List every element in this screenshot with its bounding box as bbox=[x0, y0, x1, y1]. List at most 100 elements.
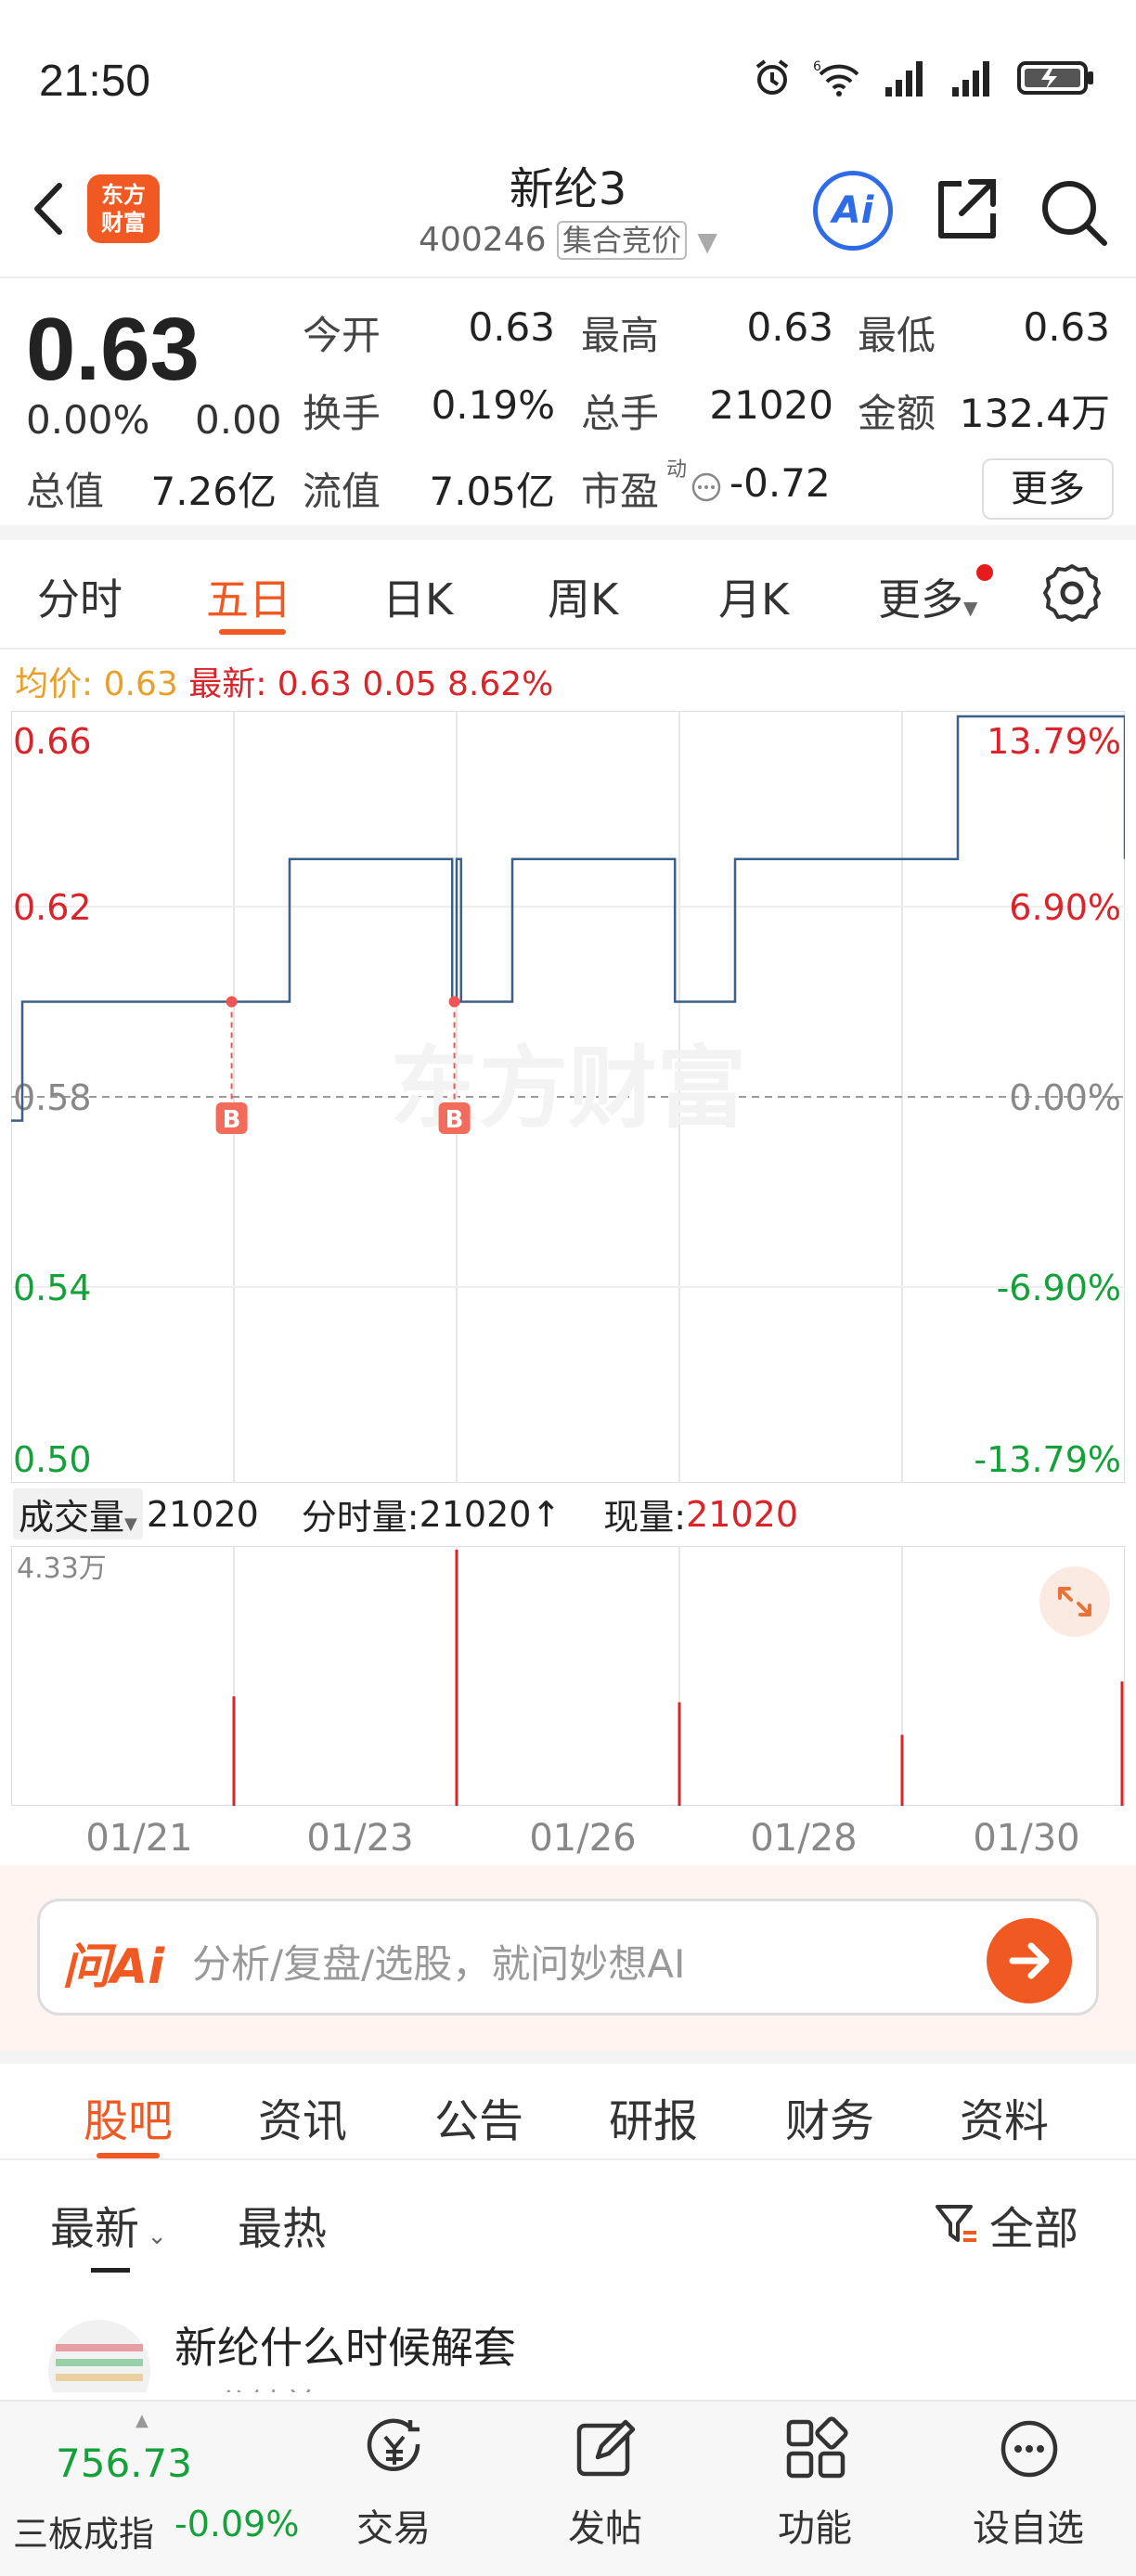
quote-value-amount: 132.4万 bbox=[959, 391, 1110, 436]
tab-active-underline bbox=[219, 629, 286, 635]
latest-value: 0.63 bbox=[277, 665, 352, 703]
date-label: 01/28 bbox=[750, 1817, 858, 1860]
arrow-up-icon: ↑ bbox=[531, 1493, 562, 1535]
change-amount: 0.00 bbox=[195, 397, 282, 443]
nav-post-label: 发帖 bbox=[568, 2507, 642, 2550]
tab-monthly-k[interactable]: 月K bbox=[718, 566, 789, 627]
tab-five-day[interactable]: 五日 bbox=[206, 566, 291, 627]
index-change: -0.09% bbox=[174, 2504, 300, 2544]
quote-value-turnover: 0.19% bbox=[431, 382, 555, 428]
volume-max-label: 4.33万 bbox=[17, 1552, 107, 1585]
tab-forum[interactable]: 股吧 bbox=[84, 2084, 173, 2149]
date-axis: 01/21 01/23 01/26 01/28 01/30 bbox=[0, 1810, 1136, 1865]
grid-icon bbox=[786, 2416, 848, 2479]
y-tick-right: -6.90% bbox=[997, 1268, 1121, 1308]
current-price: 0.63 bbox=[26, 300, 200, 399]
signal-icon-2 bbox=[952, 61, 989, 97]
more-circle-icon bbox=[1000, 2420, 1058, 2478]
gear-icon[interactable] bbox=[1039, 560, 1104, 625]
nav-functions-label: 功能 bbox=[778, 2507, 852, 2550]
post-item[interactable]: 新纶什么时候解套 12分钟前 bbox=[0, 2272, 1136, 2392]
caret-down-icon: ▼ bbox=[124, 1514, 137, 1534]
filter-all-label: 全部 bbox=[989, 2203, 1079, 2255]
info-dots-icon[interactable] bbox=[691, 471, 722, 503]
trade-icon bbox=[367, 2418, 420, 2472]
buy-marker-label: B bbox=[223, 1106, 241, 1134]
volume-bar bbox=[900, 1734, 904, 1806]
section-active-underline bbox=[97, 2153, 160, 2158]
post-thumbnail bbox=[48, 2320, 150, 2392]
thumbnail-graphic bbox=[56, 2359, 143, 2366]
status-time: 21:50 bbox=[39, 57, 151, 106]
sort-latest[interactable]: 最新 ⌄ bbox=[50, 2192, 167, 2257]
signal-icon bbox=[885, 61, 923, 97]
y-tick-right: 0.00% bbox=[1009, 1077, 1121, 1118]
alarm-icon bbox=[755, 59, 789, 95]
nav-functions[interactable]: 功能 bbox=[722, 2402, 908, 2576]
market-index[interactable]: ▲ 756.73 三板成指 -0.09% bbox=[0, 2402, 300, 2576]
ask-ai-placeholder: 分析/复盘/选股，就问妙想AI bbox=[192, 1941, 686, 1987]
tab-daily-k[interactable]: 日K bbox=[382, 566, 453, 627]
arrow-right-icon[interactable] bbox=[987, 1918, 1072, 2003]
quote-label-mktcap: 总值 bbox=[26, 469, 105, 514]
sort-bar: 最新 ⌄ 最热 全部 bbox=[0, 2160, 1136, 2273]
thumbnail-graphic bbox=[56, 2344, 143, 2351]
date-label: 01/26 bbox=[529, 1817, 637, 1860]
quote-label-amount: 金额 bbox=[858, 391, 936, 436]
nav-post[interactable]: 发帖 bbox=[512, 2402, 698, 2576]
ask-ai-input[interactable]: 问Ai 分析/复盘/选股，就问妙想AI bbox=[37, 1899, 1099, 2016]
chevron-down-icon: ⌄ bbox=[139, 2222, 168, 2250]
y-tick-left: 0.62 bbox=[13, 887, 92, 928]
price-chart[interactable]: 东方财富0.66 13.79%0.62 6.90%0.58 0.00%0.54 -6.9… bbox=[11, 711, 1125, 1483]
y-tick-left: 0.50 bbox=[13, 1439, 92, 1480]
tab-more[interactable]: 更多▼ bbox=[878, 566, 977, 627]
nav-add-watchlist[interactable]: 设自选 bbox=[936, 2402, 1121, 2576]
period-volume-value: 21020 bbox=[419, 1493, 532, 1535]
volume-value: 21020 bbox=[146, 1493, 259, 1535]
search-icon[interactable] bbox=[1036, 174, 1110, 249]
status-bar: 21:50 6 bbox=[0, 0, 1136, 158]
quote-label-pe: 市盈 bbox=[581, 469, 660, 514]
filter-all[interactable]: 全部 bbox=[934, 2192, 1078, 2257]
ask-ai-section: 问Ai 分析/复盘/选股，就问妙想AI bbox=[0, 1865, 1136, 2051]
y-tick-left: 0.58 bbox=[13, 1077, 92, 1118]
index-name: 三板成指 bbox=[13, 2514, 155, 2555]
share-icon[interactable] bbox=[930, 174, 1000, 245]
tab-profile[interactable]: 资料 bbox=[960, 2084, 1049, 2149]
quote-label-open: 今开 bbox=[303, 313, 381, 358]
volume-selector[interactable]: 成交量▼ bbox=[13, 1488, 143, 1539]
tab-intraday[interactable]: 分时 bbox=[37, 566, 123, 627]
tab-finance[interactable]: 财务 bbox=[785, 2084, 874, 2149]
ask-ai-logo: 问Ai bbox=[62, 1939, 165, 1995]
notification-dot bbox=[976, 564, 993, 581]
tab-news[interactable]: 资讯 bbox=[258, 2084, 347, 2149]
quote-value-float: 7.05亿 bbox=[429, 469, 555, 514]
tab-weekly-k[interactable]: 周K bbox=[548, 566, 618, 627]
volume-chart[interactable]: 4.33万 bbox=[11, 1546, 1125, 1806]
more-quote-button[interactable]: 更多 bbox=[982, 458, 1114, 520]
volume-legend: 成交量▼ 21020 分时量: 21020 ↑ 现量: 21020 bbox=[13, 1488, 798, 1539]
stock-header: 东方财富 新纶3 400246 集合竞价 ▼ Ai bbox=[0, 139, 1136, 278]
section-tabs: 股吧 资讯 公告 研报 财务 资料 bbox=[0, 2051, 1136, 2160]
avg-price-label: 均价: bbox=[15, 665, 94, 703]
price-legend: 均价: 0.63 最新: 0.63 0.05 8.62% bbox=[15, 657, 553, 705]
thumbnail-graphic bbox=[56, 2374, 143, 2381]
quote-value-high: 0.63 bbox=[746, 304, 833, 350]
quote-value-mktcap: 7.26亿 bbox=[150, 469, 277, 514]
change-percent: 0.00% bbox=[26, 397, 150, 443]
stock-code: 400246 bbox=[419, 221, 547, 259]
nav-trade[interactable]: 交易 bbox=[301, 2402, 486, 2576]
wifi-icon: 6 bbox=[813, 59, 859, 97]
quote-label-turnover: 换手 bbox=[303, 391, 381, 436]
date-label: 01/21 bbox=[85, 1817, 193, 1860]
volume-bar bbox=[232, 1696, 236, 1806]
sort-hot[interactable]: 最热 bbox=[238, 2192, 327, 2257]
period-volume-label: 分时量: bbox=[301, 1497, 420, 1538]
ai-button[interactable]: Ai bbox=[813, 171, 893, 251]
tab-announcements[interactable]: 公告 bbox=[434, 2084, 523, 2149]
tab-research[interactable]: 研报 bbox=[609, 2084, 698, 2149]
current-volume-value: 21020 bbox=[686, 1493, 798, 1535]
bottom-nav: ▲ 756.73 三板成指 -0.09% 交易 发帖 功能 设自选 bbox=[0, 2400, 1136, 2576]
volume-bar bbox=[1120, 1681, 1124, 1806]
chart-tabs: 分时 五日 日K 周K 月K 更多▼ bbox=[0, 540, 1136, 650]
